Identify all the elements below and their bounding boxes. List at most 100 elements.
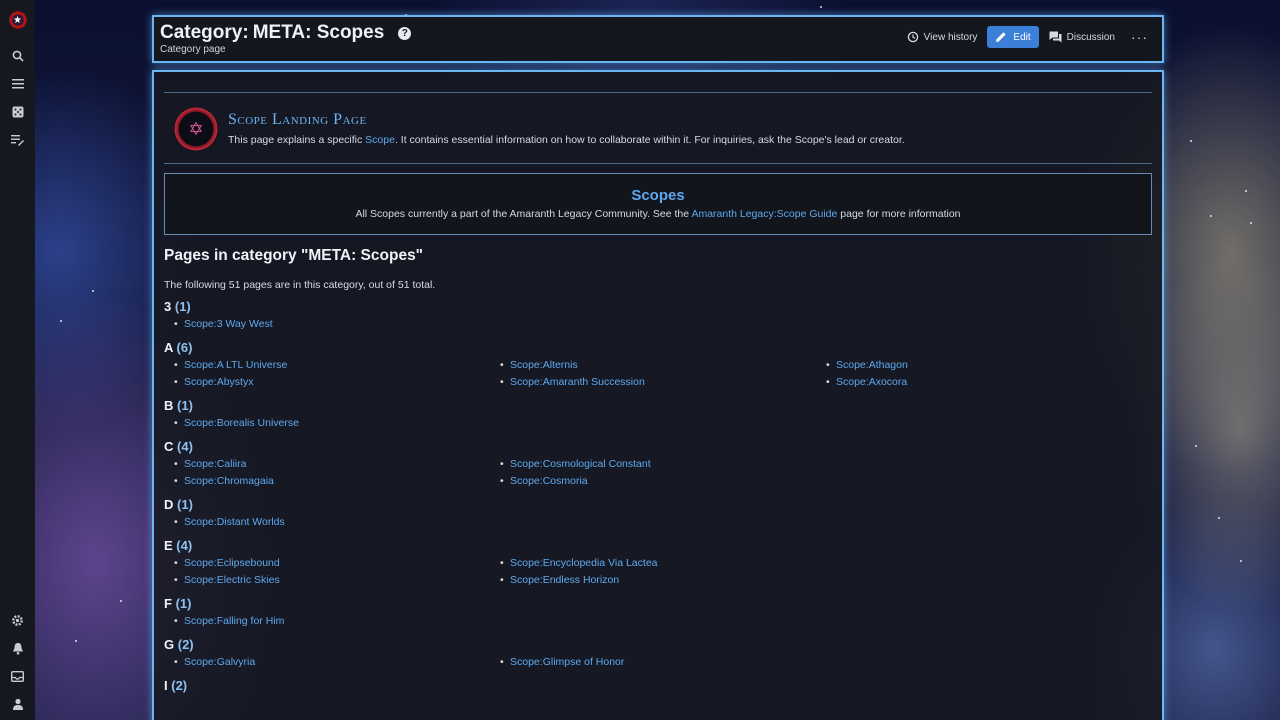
- group-count: (1): [174, 299, 191, 314]
- list-item: Scope:Encyclopedia Via Lactea: [500, 555, 826, 572]
- category-page-link[interactable]: Scope:Axocora: [836, 376, 907, 388]
- category-group: G (2) Scope:Galvyria Scope:Glimpse of Hono…: [164, 636, 1152, 671]
- category-page-list: Scope:Borealis Universe: [164, 415, 1152, 432]
- discussion-button[interactable]: Discussion: [1045, 26, 1119, 48]
- view-history-button[interactable]: View history: [903, 26, 982, 48]
- category-page-link[interactable]: Scope:Cosmoria: [510, 475, 588, 487]
- scopes-text-after: page for more information: [837, 208, 961, 220]
- group-count: (2): [171, 678, 188, 693]
- scopes-heading: Scopes: [631, 187, 685, 204]
- group-letter: G: [164, 637, 175, 652]
- group-count: (4): [176, 538, 193, 553]
- bell-icon[interactable]: [0, 634, 35, 662]
- category-group: A (6)Scope:A LTL UniverseScope:AlternisS…: [164, 339, 1152, 391]
- category-page-link[interactable]: Scope:3 Way West: [184, 318, 273, 330]
- notice-title: Scope Landing Page: [228, 111, 367, 128]
- group-count: (6): [176, 340, 193, 355]
- list-item: Scope:Endless Horizon: [500, 572, 826, 589]
- category-page-link[interactable]: Scope:Falling for Him: [184, 615, 284, 627]
- view-history-label: View history: [923, 31, 978, 43]
- page-subtitle: Category page: [160, 44, 226, 55]
- group-letter: B: [164, 398, 174, 413]
- list-edit-icon[interactable]: [0, 126, 35, 154]
- category-page-link[interactable]: Scope:Glimpse of Honor: [510, 656, 624, 668]
- page-header: Category: META: Scopes ? Category page V…: [152, 15, 1164, 63]
- category-page-list: Scope:3 Way West: [164, 316, 1152, 333]
- list-item: Scope:3 Way West: [174, 316, 500, 333]
- group-count: (4): [177, 439, 193, 454]
- category-page-list: Scope:Caliira Scope:Cosmological Constant…: [164, 456, 1152, 490]
- scope-link[interactable]: Scope: [365, 134, 395, 146]
- page-namespace: Category:: [160, 22, 249, 43]
- category-page-link[interactable]: Scope:Alternis: [510, 359, 578, 371]
- category-page-link[interactable]: Scope:Endless Horizon: [510, 574, 619, 586]
- gear-icon[interactable]: [0, 606, 35, 634]
- list-item: Scope:Distant Worlds: [174, 514, 500, 531]
- list-item: Scope:Chromagaia: [174, 473, 500, 490]
- scope-landing-notice: ✡ Scope Landing Page This page explains …: [164, 92, 1152, 164]
- list-item: Scope:Alternis: [500, 357, 826, 374]
- group-count: (1): [177, 398, 193, 413]
- category-page-link[interactable]: Scope:Eclipsebound: [184, 557, 280, 569]
- list-item: Scope:Borealis Universe: [174, 415, 500, 432]
- scope-guide-link[interactable]: Amaranth Legacy:Scope Guide: [691, 208, 837, 220]
- category-page-link[interactable]: Scope:Electric Skies: [184, 574, 280, 586]
- category-page-link[interactable]: Scope:Cosmological Constant: [510, 458, 651, 470]
- category-group: 3 (1) Scope:3 Way West: [164, 298, 1152, 333]
- group-letter: 3: [164, 299, 172, 314]
- category-group-heading: F (1): [164, 595, 1152, 613]
- category-page-link[interactable]: Scope:A LTL Universe: [184, 359, 287, 371]
- inbox-icon[interactable]: [0, 662, 35, 690]
- group-letter: F: [164, 596, 172, 611]
- category-group: E (4) Scope:Eclipsebound Scope:Encyclopedi…: [164, 537, 1152, 589]
- list-item: Scope:Caliira: [174, 456, 500, 473]
- list-item: Scope:Eclipsebound: [174, 555, 500, 572]
- list-item: Scope:Cosmological Constant: [500, 456, 826, 473]
- group-count: (2): [177, 637, 194, 652]
- list-item: Scope:A LTL Universe: [174, 357, 500, 374]
- history-icon: [907, 31, 918, 43]
- user-icon[interactable]: [0, 690, 35, 718]
- menu-icon[interactable]: [0, 70, 35, 98]
- search-icon[interactable]: [0, 42, 35, 70]
- category-group: D (1) Scope:Distant Worlds: [164, 496, 1152, 531]
- category-page-link[interactable]: Scope:Borealis Universe: [184, 417, 299, 429]
- list-item: Scope:Athagon: [826, 357, 1152, 374]
- scopes-text: All Scopes currently a part of the Amara…: [165, 208, 1151, 220]
- category-group-heading: E (4): [164, 537, 1152, 555]
- category-intro: The following 51 pages are in this categ…: [164, 279, 436, 291]
- category-page-list: Scope:Distant Worlds: [164, 514, 1152, 531]
- category-group-heading: G (2): [164, 636, 1152, 654]
- category-page-link[interactable]: Scope:Caliira: [184, 458, 246, 470]
- edit-label: Edit: [1013, 31, 1031, 43]
- category-group-heading: D (1): [164, 496, 1152, 514]
- category-page-link[interactable]: Scope:Encyclopedia Via Lactea: [510, 557, 658, 569]
- category-group-heading: B (1): [164, 397, 1152, 415]
- notice-text-after: . It contains essential information on h…: [394, 134, 905, 146]
- page-content: ✡ Scope Landing Page This page explains …: [152, 70, 1164, 720]
- category-page-list: Scope:Eclipsebound Scope:Encyclopedia Via…: [164, 555, 1152, 589]
- group-letter: C: [164, 439, 174, 454]
- category-page-link[interactable]: Scope:Abystyx: [184, 376, 253, 388]
- dice-icon[interactable]: [0, 98, 35, 126]
- more-options-button[interactable]: ···: [1125, 29, 1154, 45]
- category-page-link[interactable]: Scope:Distant Worlds: [184, 516, 285, 528]
- category-group-heading: C (4): [164, 438, 1152, 456]
- category-page-list: Scope:Falling for Him: [164, 613, 1152, 630]
- category-page-link[interactable]: Scope:Athagon: [836, 359, 908, 371]
- category-page-list: Scope:A LTL Universe Scope:Alternis Scope:…: [164, 357, 1152, 391]
- amaranth-logo-icon[interactable]: ★: [7, 10, 28, 30]
- category-page-list: Scope:Galvyria Scope:Glimpse of Honor: [164, 654, 1152, 671]
- edit-button[interactable]: Edit: [987, 26, 1039, 48]
- scope-emblem-icon: ✡: [174, 107, 218, 151]
- category-page-link[interactable]: Scope:Galvyria: [184, 656, 255, 668]
- group-letter: A: [164, 340, 173, 355]
- list-item: Scope:Galvyria: [174, 654, 500, 671]
- category-page-link[interactable]: Scope:Amaranth Succession: [510, 376, 645, 388]
- scopes-info-box: Scopes All Scopes currently a part of th…: [164, 173, 1152, 235]
- help-icon[interactable]: ?: [398, 26, 412, 40]
- category-group: B (1) Scope:Borealis Universe: [164, 397, 1152, 432]
- category-page-link[interactable]: Scope:Chromagaia: [184, 475, 274, 487]
- category-groups: 3 (1) Scope:3 Way West A (6) Scope:A LTL Un…: [164, 298, 1152, 701]
- category-heading: Pages in category "META: Scopes": [164, 247, 424, 264]
